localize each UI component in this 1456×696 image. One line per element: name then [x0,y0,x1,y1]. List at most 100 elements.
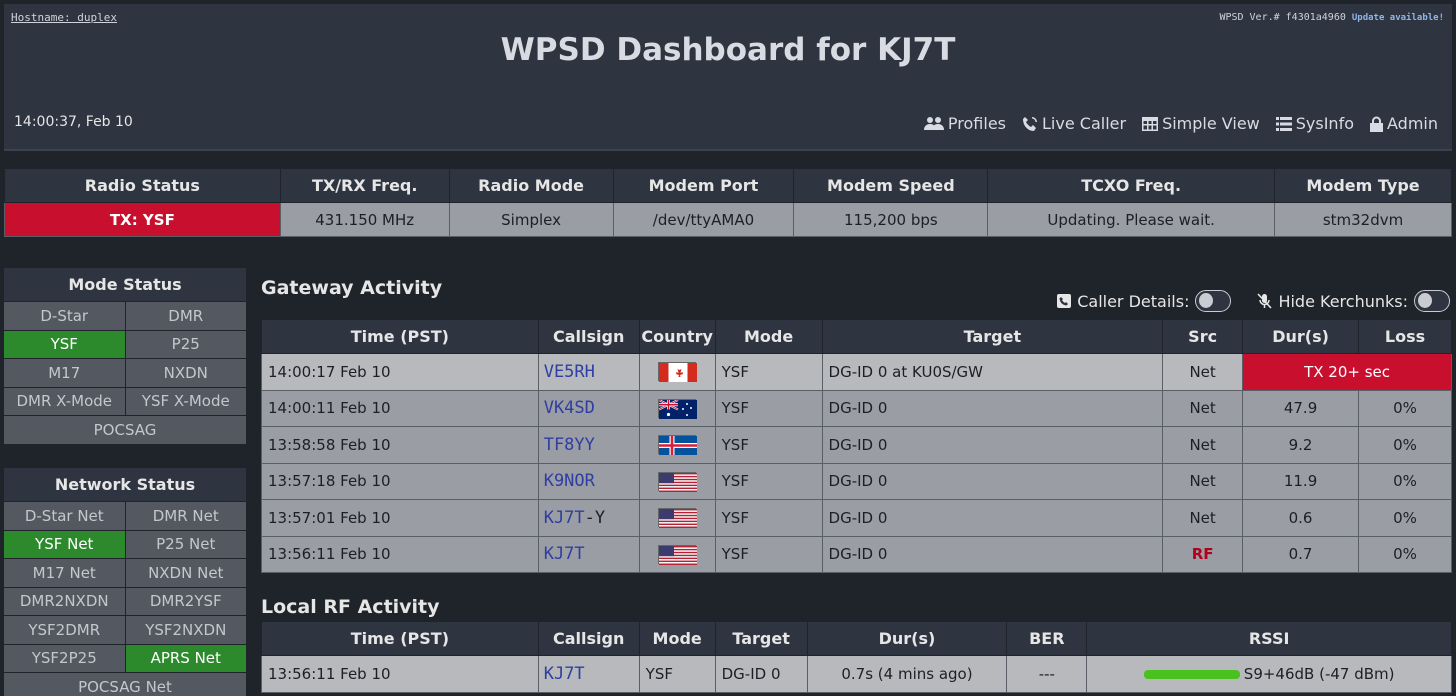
gateway-activity-table: Time (PST) Callsign Country Mode Target … [261,319,1452,573]
hostname-link[interactable]: Hostname: duplex [11,11,117,24]
callsign-link[interactable]: KJ7T [544,664,585,684]
mode-cell: YSF [714,462,823,500]
status-cell: YSF2P25 [4,644,125,672]
time-cell: 13:57:01 Feb 10 [261,499,539,537]
network-status-title: Network Status [4,468,246,502]
country-cell [638,353,716,391]
radio-header: Radio Mode [448,168,614,203]
update-available-link[interactable]: Update available! [1352,13,1444,23]
callsign-cell[interactable]: TF8YY [537,426,640,464]
target-cell: DG-ID 0 [821,426,1164,464]
callsign-link[interactable]: K9NOR [544,471,595,491]
rssi-meter [1143,669,1240,679]
phone-wave-icon [1023,116,1038,131]
status-cell: YSF X-Mode [125,387,246,415]
hide-kerchunks-switch[interactable] [1414,290,1450,312]
nav-profiles[interactable]: Profiles [923,114,1006,133]
status-cell: NXDN [125,359,246,387]
duration-cell: 0.7s (4 mins ago) [806,655,1008,693]
nav-simple-view-label: Simple View [1162,114,1260,133]
status-cell: P25 Net [125,530,246,558]
callsign-cell[interactable]: K9NOR [537,462,640,500]
callsign-cell[interactable]: KJ7T [537,535,640,573]
table-row: 13:56:11 Feb 10 KJ7T YSF DG-ID 0 0.7s (4 min… [261,655,1452,693]
callsign-link[interactable]: VE5RH [544,362,595,382]
column-header: BER [1006,621,1088,656]
callsign-link[interactable]: VK4SD [544,398,595,418]
status-cell: NXDN Net [125,559,246,587]
status-cell: YSF2NXDN [125,616,246,644]
flag-ca-icon [658,362,698,383]
ber-cell: --- [1006,655,1088,693]
callsign-cell[interactable]: VK4SD [537,389,640,427]
flag-us-icon [658,471,698,492]
flag-us-icon [658,544,698,565]
top-nav: Profiles Live Caller Simple View SysInfo… [923,114,1438,133]
flag-au-icon [658,398,698,419]
radio-header: Modem Type [1274,168,1452,203]
gateway-toggles: Caller Details: Hide Kerchunks: [1057,290,1450,312]
country-cell [638,426,716,464]
column-header: Mode [638,621,716,656]
caller-details-switch[interactable] [1195,290,1232,312]
status-cell: DMR2NXDN [4,587,125,615]
phone-square-icon [1057,294,1072,308]
mode-status-panel: Mode Status D-Star DMR YSF P25 M17 NXDN DMR X-… [4,268,246,444]
modem-type-value: stm32dvm [1274,202,1452,237]
local-rf-table: Time (PST) Callsign Mode Target Dur(s) B… [261,621,1452,693]
time-cell: 13:56:11 Feb 10 [261,535,539,573]
mode-cell: YSF [714,426,823,464]
src-cell: Net [1162,426,1244,464]
target-cell: DG-ID 0 [714,655,808,693]
mode-status-grid: D-Star DMR YSF P25 M17 NXDN DMR X-Mode YSF X-Mo… [4,302,246,444]
radio-header: Modem Port [612,168,795,203]
radio-status-table: Radio Status TX/RX Freq. Radio Mode Mode… [4,168,1452,237]
caller-details-toggle[interactable]: Caller Details: [1057,290,1232,312]
time-cell: 13:58:58 Feb 10 [261,426,539,464]
hide-kerchunks-label: Hide Kerchunks: [1278,291,1408,311]
callsign-cell[interactable]: VE5RH [537,353,640,391]
column-header: RSSI [1086,621,1452,656]
column-header: Loss [1358,319,1452,354]
mode-cell: YSF [638,655,716,693]
callsign-cell[interactable]: KJ7T [537,655,640,693]
status-cell: DMR Net [125,502,246,530]
nav-live-caller[interactable]: Live Caller [1022,114,1126,133]
duration-cell: 11.9 [1242,462,1359,500]
callsign-link[interactable]: TF8YY [544,435,595,455]
status-cell: POCSAG Net [4,673,246,696]
callsign-link[interactable]: KJ7T [544,508,585,528]
duration-cell: TX 20+ sec [1242,353,1452,391]
gateway-activity-title: Gateway Activity [261,277,443,299]
radio-header-row: Radio Status TX/RX Freq. Radio Mode Mode… [4,168,1452,203]
status-cell: POCSAG [4,416,246,444]
loss-cell: 0% [1358,389,1452,427]
status-cell: YSF Net [4,530,125,558]
radio-header: Modem Speed [793,168,989,203]
status-cell: APRS Net [125,644,246,672]
table-row: 13:56:11 Feb 10 KJ7T YSF DG-ID 0 RF 0.7 0% [261,535,1452,573]
status-cell: DMR X-Mode [4,387,125,415]
freq-value: 431.150 MHz [279,202,450,237]
table-row: 13:57:18 Feb 10 K9NOR YSF DG-ID 0 Net 11.9 0% [261,462,1452,500]
nav-admin[interactable]: Admin [1370,114,1438,133]
table-icon [1142,116,1159,131]
gateway-header-row: Time (PST) Callsign Country Mode Target … [261,319,1452,354]
nav-simple-view[interactable]: Simple View [1142,114,1260,133]
hide-kerchunks-toggle[interactable]: Hide Kerchunks: [1257,290,1450,312]
local-rf-header-row: Time (PST) Callsign Mode Target Dur(s) B… [261,621,1452,656]
table-row: 14:00:11 Feb 10 VK4SD YSF DG-ID 0 Net 47.9 0% [261,389,1452,427]
callsign-cell[interactable]: KJ7T-Y [537,499,640,537]
column-header: Dur(s) [1242,319,1359,354]
table-row: 14:00:17 Feb 10 VE5RH YSF DG-ID 0 at KU0S/G… [261,353,1452,391]
version-info: WPSD Ver.# f4301a4960 Update available! [1219,12,1444,23]
radio-status-value: TX: YSF [4,202,281,237]
callsign-link[interactable]: KJ7T [544,544,585,564]
local-rf-table-body: 13:56:11 Feb 10 KJ7T YSF DG-ID 0 0.7s (4 min… [261,655,1452,693]
tcxo-value: Updating. Please wait. [987,202,1276,237]
table-row: 13:58:58 Feb 10 TF8YY YSF DG-ID 0 Net 9.2 0% [261,426,1452,464]
src-cell: RF [1162,535,1244,573]
time-cell: 13:57:18 Feb 10 [261,462,539,500]
nav-sysinfo[interactable]: SysInfo [1275,114,1354,133]
target-cell: DG-ID 0 [821,535,1164,573]
